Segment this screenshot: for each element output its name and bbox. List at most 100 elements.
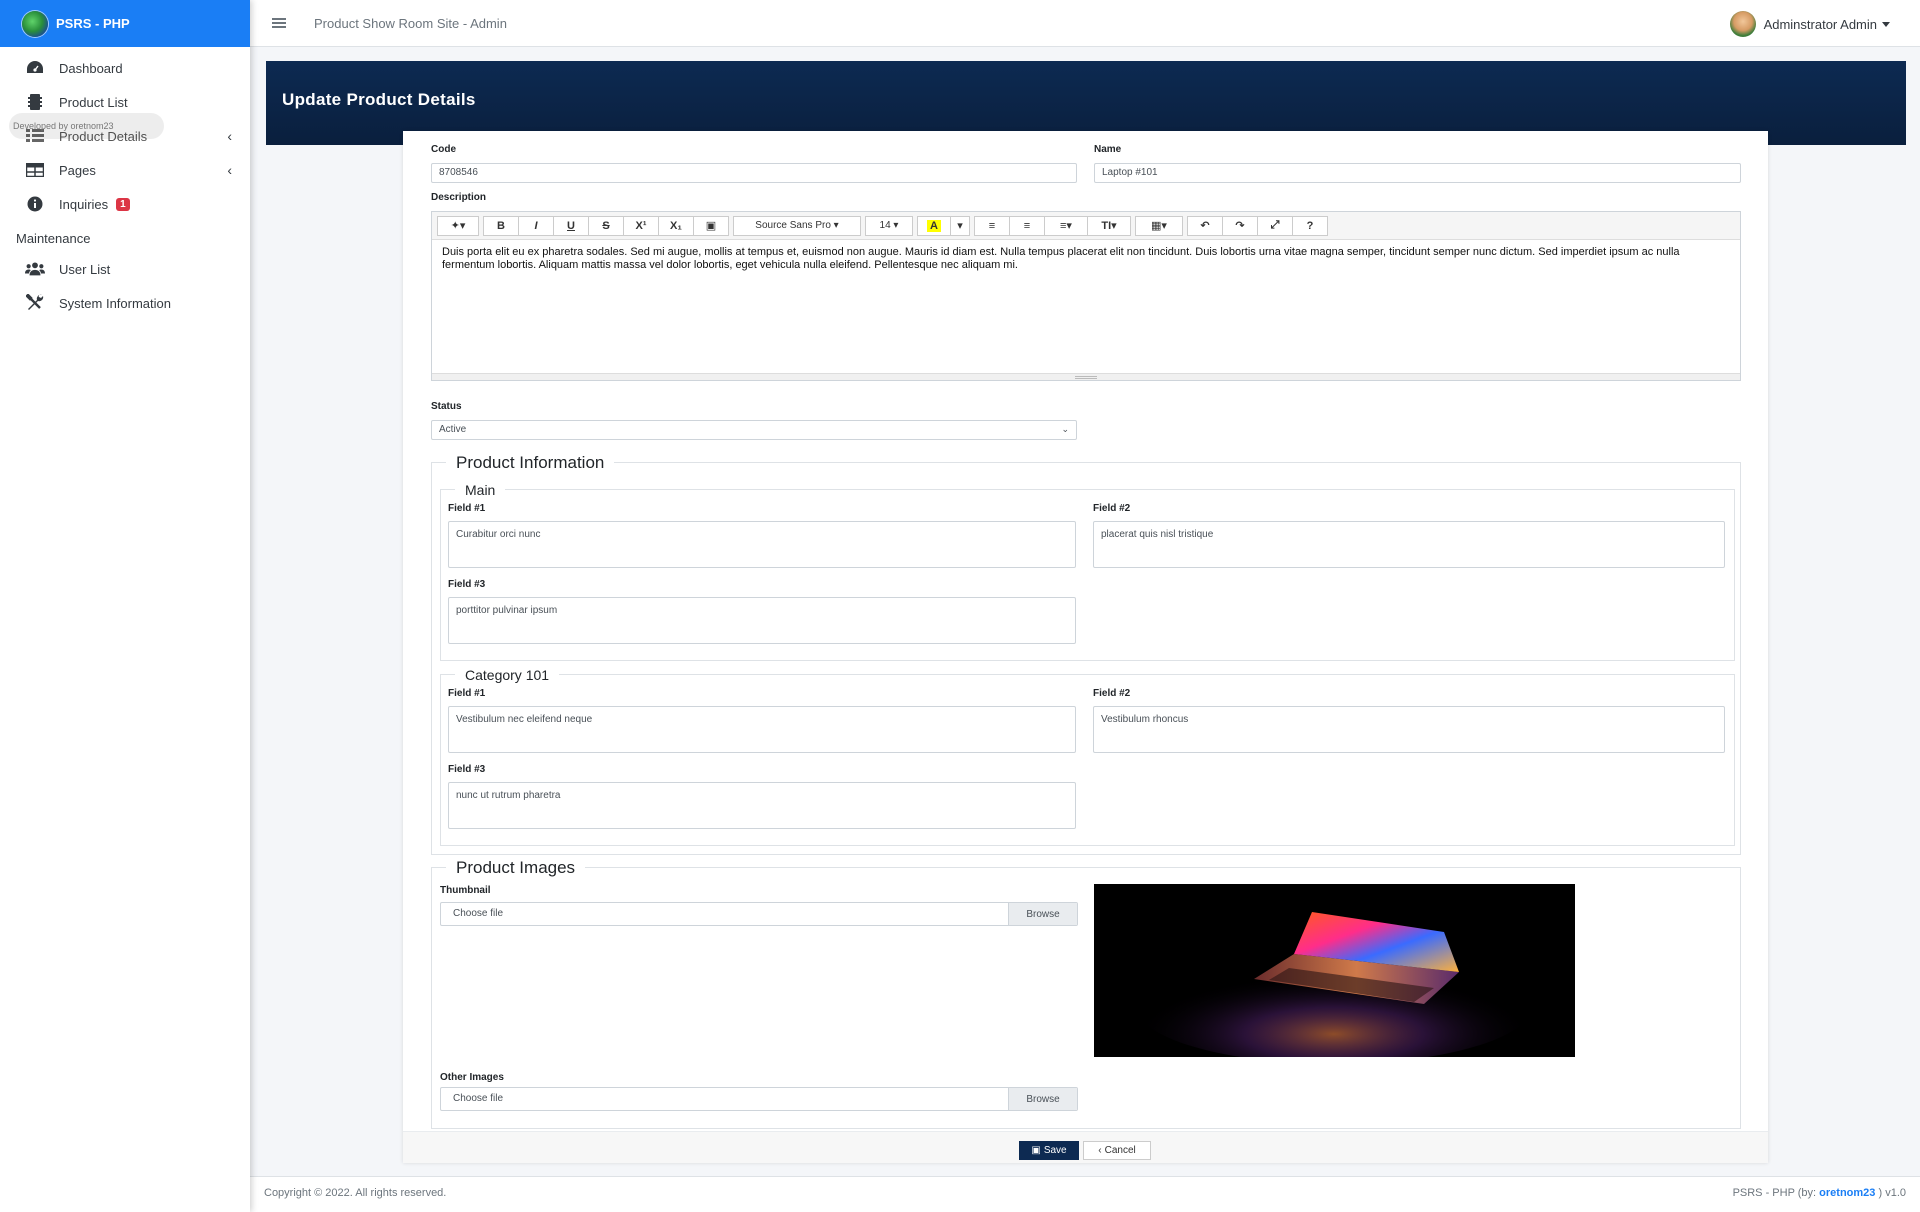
- category-field2-textarea[interactable]: Vestibulum rhoncus: [1093, 706, 1725, 753]
- redo-icon: ↷: [1235, 220, 1245, 232]
- subscript-button[interactable]: X₁: [658, 215, 694, 236]
- status-value: Active: [439, 424, 467, 435]
- brand-logo-icon: [22, 10, 48, 37]
- main-field2-textarea[interactable]: placerat quis nisl tristique: [1093, 521, 1725, 568]
- description-editor-content[interactable]: Duis porta elit eu ex pharetra sodales. …: [432, 240, 1740, 278]
- underline-button[interactable]: U: [553, 215, 589, 236]
- sidebar-item-system-information[interactable]: System Information: [0, 286, 250, 320]
- fullscreen-button[interactable]: ⤢: [1257, 215, 1293, 236]
- sidebar-item-label: Product List: [59, 94, 128, 110]
- user-menu[interactable]: Adminstrator Admin: [1729, 11, 1890, 37]
- thumbnail-browse-button[interactable]: Browse: [1008, 903, 1077, 925]
- product-images-legend: Product Images: [446, 858, 586, 878]
- magic-style-button[interactable]: ✦▾: [437, 215, 479, 236]
- save-button-label: Save: [1043, 1145, 1067, 1156]
- credit-suffix: ) v1.0: [1875, 1187, 1906, 1199]
- brand-link[interactable]: PSRS - PHP: [0, 0, 250, 47]
- sidebar-item-label: User List: [59, 261, 111, 277]
- status-select[interactable]: Active ⌄: [431, 420, 1077, 440]
- other-images-browse-button[interactable]: Browse: [1008, 1088, 1077, 1110]
- bold-button[interactable]: B: [483, 215, 519, 236]
- italic-button[interactable]: I: [518, 215, 554, 236]
- maintenance-nav: User List System Information: [0, 252, 250, 320]
- sidebar-item-label: Pages: [59, 162, 96, 178]
- page-footer: Copyright © 2022. All rights reserved. P…: [250, 1176, 1920, 1212]
- description-label: Description: [431, 192, 487, 203]
- save-icon: ▣: [1031, 1145, 1041, 1156]
- sidebar-item-inquiries[interactable]: Inquiries 1: [0, 187, 250, 221]
- font-size-value: 14: [879, 220, 891, 231]
- tools-icon: [25, 294, 45, 312]
- author-link[interactable]: oretnom23: [1819, 1187, 1875, 1199]
- main-field3-textarea[interactable]: porttitor pulvinar ipsum: [448, 597, 1076, 644]
- thumbnail-file-label: Choose file: [453, 908, 504, 919]
- category-field3-textarea[interactable]: nunc ut rutrum pharetra: [448, 782, 1076, 829]
- category-field1-label: Field #1: [448, 688, 486, 699]
- user-name: Adminstrator Admin: [1763, 16, 1877, 32]
- clear-format-button[interactable]: ▣: [693, 215, 729, 236]
- main-field1-label: Field #1: [448, 503, 486, 514]
- save-button[interactable]: ▣ Save: [1019, 1141, 1079, 1160]
- status-label: Status: [431, 401, 462, 412]
- paragraph-align-dropdown[interactable]: ≡▾: [1044, 215, 1088, 236]
- sidebar-item-user-list[interactable]: User List: [0, 252, 250, 286]
- superscript-button[interactable]: X¹: [623, 215, 659, 236]
- redo-button[interactable]: ↷: [1222, 215, 1258, 236]
- strikethrough-button[interactable]: S: [588, 215, 624, 236]
- fullscreen-icon: ⤢: [1270, 219, 1280, 231]
- main-field3-label: Field #3: [448, 579, 486, 590]
- site-title: Product Show Room Site - Admin: [314, 15, 507, 31]
- sidebar-item-label: System Information: [59, 295, 171, 311]
- cancel-button[interactable]: ‹ Cancel: [1083, 1141, 1151, 1160]
- maintenance-header: Maintenance: [16, 231, 91, 246]
- main-fieldset: Main Field #1 Curabitur orci nunc Field …: [440, 482, 1735, 661]
- align-icon: ≡▾: [1060, 220, 1072, 232]
- text-color-button[interactable]: A: [917, 215, 951, 236]
- category-field1-textarea[interactable]: Vestibulum nec eleifend neque: [448, 706, 1076, 753]
- undo-button[interactable]: ↶: [1187, 215, 1223, 236]
- help-button[interactable]: ?: [1292, 215, 1328, 236]
- highlight-icon: A: [927, 219, 941, 232]
- editor-resize-handle[interactable]: [432, 373, 1740, 380]
- product-list-icon: [25, 93, 45, 111]
- color-dropdown-button[interactable]: ▾: [950, 215, 970, 236]
- top-navbar: Product Show Room Site - Admin Adminstra…: [250, 0, 1920, 47]
- editor-toolbar: ✦▾ B I U S X¹ X₁ ▣ Source Sans Pro ▾ 14 …: [432, 212, 1740, 240]
- name-field[interactable]: Laptop #101: [1094, 163, 1741, 183]
- unordered-list-button[interactable]: ≡: [1009, 215, 1045, 236]
- code-label: Code: [431, 144, 456, 155]
- category-field2-label: Field #2: [1093, 688, 1131, 699]
- main-field1-textarea[interactable]: Curabitur orci nunc: [448, 521, 1076, 568]
- ordered-list-icon: ≡: [988, 219, 996, 232]
- credit-text: PSRS - PHP (by: oretnom23 ) v1.0: [1733, 1187, 1906, 1199]
- name-label: Name: [1094, 144, 1122, 155]
- ordered-list-button[interactable]: ≡: [974, 215, 1010, 236]
- thumbnail-file-input[interactable]: Choose file Browse: [440, 902, 1078, 926]
- inquiries-badge: 1: [116, 197, 130, 211]
- sidebar: PSRS - PHP Dashboard Product List Produc…: [0, 0, 250, 1212]
- line-height-dropdown[interactable]: TI▾: [1087, 215, 1131, 236]
- sidebar-item-pages[interactable]: Pages ‹: [0, 153, 250, 187]
- strikethrough-icon: S: [602, 219, 610, 232]
- sidebar-item-label: Dashboard: [59, 60, 123, 76]
- magic-wand-icon: ✦▾: [450, 220, 466, 232]
- sidebar-item-label: Inquiries: [59, 196, 109, 212]
- table-dropdown[interactable]: ▦▾: [1135, 215, 1183, 236]
- undo-icon: ↶: [1200, 220, 1210, 232]
- font-family-dropdown[interactable]: Source Sans Pro ▾: [733, 215, 861, 236]
- cancel-button-label: Cancel: [1104, 1145, 1136, 1156]
- help-icon: ?: [1306, 219, 1314, 232]
- sidebar-item-dashboard[interactable]: Dashboard: [0, 51, 250, 85]
- font-size-dropdown[interactable]: 14 ▾: [865, 215, 913, 236]
- chevron-left-icon: ‹: [227, 128, 232, 144]
- bold-icon: B: [497, 219, 505, 232]
- caret-down-icon: [1882, 21, 1890, 27]
- category-field3-label: Field #3: [448, 764, 486, 775]
- main-legend: Main: [455, 482, 506, 498]
- thumbnail-label: Thumbnail: [440, 885, 491, 896]
- superscript-icon: X¹: [635, 219, 647, 232]
- users-icon: [25, 260, 45, 278]
- code-field[interactable]: 8708546: [431, 163, 1077, 183]
- menu-toggle-icon[interactable]: [272, 16, 286, 30]
- other-images-file-input[interactable]: Choose file Browse: [440, 1087, 1078, 1111]
